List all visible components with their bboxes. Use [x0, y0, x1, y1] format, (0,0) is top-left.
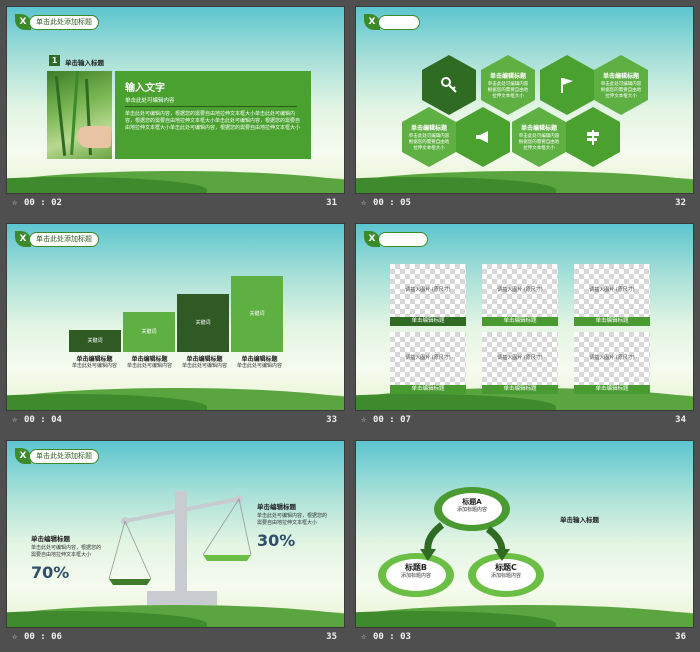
slide-preview[interactable]: X 单击此处添加标题 关键词 关键词 关键词 关键词 单击编辑标题 单击此处可编辑内容 …	[6, 223, 345, 411]
hex-text: 单击编辑标题 单击此处可编辑内容根据您的需要自由地拉伸文本框大小	[481, 55, 535, 115]
bar: 关键词	[177, 294, 229, 352]
thumbnail-33[interactable]: X 单击此处添加标题 关键词 关键词 关键词 关键词 单击编辑标题 单击此处可编辑内容 …	[6, 223, 345, 435]
balance-scale-graphic	[108, 491, 252, 605]
step-number: 1	[49, 55, 60, 66]
star-icon: ☆	[361, 415, 367, 425]
bar-captions: 单击编辑标题 单击此处可编辑内容 单击编辑标题 单击此处可编辑内容 单击编辑标题 单击…	[71, 356, 282, 369]
title-tag: X 单击此处添加标题	[15, 447, 99, 465]
image-placeholder[interactable]: 请插入图片 (原尺寸) 单击编辑标题	[574, 332, 650, 394]
step-title: 单击输入标题	[65, 59, 104, 67]
slide-meta: ☆ 00 : 02 31	[12, 198, 337, 208]
thumbnail-35[interactable]: X 单击此处添加标题 单击编辑标题 单击此处可编辑内容，根据您的需要自由地拉伸文…	[6, 440, 345, 652]
node-b: 标题B 添加标题内容	[400, 563, 431, 579]
title-tag: X 单击此处添加标题	[15, 13, 99, 31]
image-placeholder[interactable]: 请插入图片 (原尺寸) 单击编辑标题	[390, 264, 466, 326]
star-icon: ☆	[12, 632, 18, 642]
hex-text: 单击编辑标题 单击此处可编辑内容根据您的需要自由地拉伸文本框大小	[512, 107, 566, 167]
slide-preview[interactable]: X 单击此处添加标题 1 单击输入标题 输入文字 单击此处可编辑内容 单击此处可…	[6, 6, 345, 194]
node-a: 标题A 添加标题内容	[456, 498, 487, 513]
star-icon: ☆	[361, 632, 367, 642]
thumbnail-31[interactable]: X 单击此处添加标题 1 单击输入标题 输入文字 单击此处可编辑内容 单击此处可…	[6, 6, 345, 218]
wheat-photo	[47, 71, 112, 159]
left-stat: 单击编辑标题 单击此处可编辑内容，根据您的需要自由地拉伸文本框大小 70%	[31, 535, 102, 582]
key-icon	[441, 77, 457, 93]
slide-meta: ☆ 00 : 03 36	[361, 632, 686, 642]
bar-label: 关键词	[249, 311, 265, 317]
cycle-diagram	[378, 487, 544, 597]
flag-icon	[561, 78, 573, 93]
image-placeholder[interactable]: 请插入图片 (原尺寸) 单击编辑标题	[390, 332, 466, 394]
hex-key	[422, 55, 476, 115]
slide-meta: ☆ 00 : 07 34	[361, 415, 686, 425]
bar-label: 关键词	[195, 320, 211, 326]
slide-preview[interactable]: X 单击编辑标题 单击此处可编辑内容根据您的需要自由地拉伸文本框大小 单击编辑标题…	[355, 6, 694, 194]
hex-signpost	[566, 107, 620, 167]
image-placeholder[interactable]: 请插入图片 (原尺寸) 单击编辑标题	[574, 264, 650, 326]
slide-preview[interactable]: X 请插入图片 (原尺寸) 单击编辑标题 请插入图片 (原尺寸) 单击编辑标题 请插…	[355, 223, 694, 411]
slide-preview[interactable]: X 单击此处添加标题 单击编辑标题 单击此处可编辑内容，根据您的需要自由地拉伸文…	[6, 440, 345, 628]
slide-preview[interactable]: 标题A 添加标题内容 标题B 添加标题内容 标题C 添加标题内容 单击输入标题	[355, 440, 694, 628]
hex-text: 单击编辑标题 单击此处可编辑内容根据您的需要自由地拉伸文本框大小	[594, 55, 648, 115]
side-title: 单击输入标题	[560, 516, 599, 524]
slide-meta: ☆ 00 : 05 32	[361, 198, 686, 208]
thumbnail-34[interactable]: X 请插入图片 (原尺寸) 单击编辑标题 请插入图片 (原尺寸) 单击编辑标题 请插…	[355, 223, 694, 435]
bar-label: 关键词	[141, 329, 157, 335]
star-icon: ☆	[12, 415, 18, 425]
image-placeholder[interactable]: 请插入图片 (原尺寸) 单击编辑标题	[482, 264, 558, 326]
thumbnail-32[interactable]: X 单击编辑标题 单击此处可编辑内容根据您的需要自由地拉伸文本框大小 单击编辑标题…	[355, 6, 694, 218]
node-c: 标题C 添加标题内容	[490, 563, 521, 579]
title-tag: X	[364, 230, 428, 248]
bar-label: 关键词	[87, 338, 103, 344]
bar: 关键词	[123, 312, 175, 352]
bar: 关键词	[231, 276, 283, 352]
slide-meta: ☆ 00 : 06 35	[12, 632, 337, 642]
thumbnail-36[interactable]: 标题A 添加标题内容 标题B 添加标题内容 标题C 添加标题内容 单击输入标题 …	[355, 440, 694, 652]
text-box: 输入文字 单击此处可编辑内容 单击此处可编辑内容，根据您的需要自由地拉伸文本框大…	[115, 71, 311, 159]
slide-meta: ☆ 00 : 04 33	[12, 415, 337, 425]
star-icon: ☆	[12, 198, 18, 208]
right-stat: 单击编辑标题 单击此处可编辑内容，根据您的需要自由地拉伸文本框大小 30%	[257, 503, 328, 550]
bar: 关键词	[69, 330, 121, 352]
megaphone-icon	[476, 131, 488, 143]
title-tag: X	[364, 13, 420, 31]
hex-text: 单击编辑标题 单击此处可编辑内容根据您的需要自由地拉伸文本框大小	[402, 107, 456, 167]
title-tag: X 单击此处添加标题	[15, 230, 99, 248]
hex-megaphone	[456, 107, 510, 167]
signpost-icon	[587, 130, 599, 145]
hex-flag	[540, 55, 594, 115]
star-icon: ☆	[361, 198, 367, 208]
image-placeholder[interactable]: 请插入图片 (原尺寸) 单击编辑标题	[482, 332, 558, 394]
